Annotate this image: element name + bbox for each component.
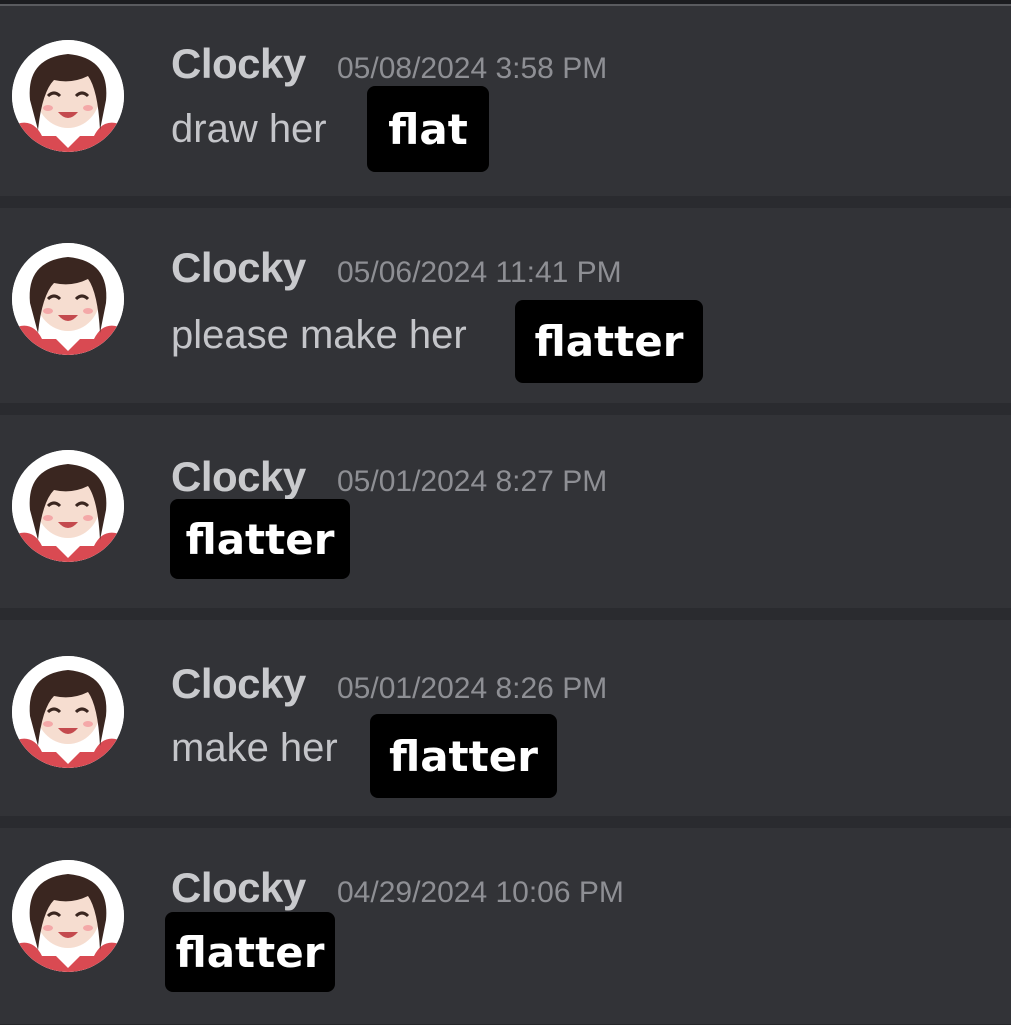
anime-girl-avatar-icon [12,656,124,768]
avatar[interactable] [12,243,124,355]
highlight-word: flatter [370,714,557,798]
message-text: please make her [171,313,467,357]
message-gap [0,196,1011,208]
anime-girl-avatar-icon [12,860,124,972]
avatar[interactable] [12,450,124,562]
message-item: Clocky 04/29/2024 10:06 PM flatter [0,828,1011,1025]
timestamp: 04/29/2024 10:06 PM [337,876,624,909]
message-item: Clocky 05/08/2024 3:58 PM draw her flat [0,6,1011,197]
highlight-word: flatter [165,912,335,992]
anime-girl-avatar-icon [12,243,124,355]
timestamp: 05/01/2024 8:26 PM [337,672,608,705]
highlight-word: flat [367,86,489,172]
username[interactable]: Clocky [171,453,306,501]
message-gap [0,403,1011,415]
timestamp: 05/06/2024 11:41 PM [337,256,622,289]
highlight-word: flatter [170,499,350,579]
message-item: Clocky 05/01/2024 8:26 PM make her flatt… [0,620,1011,817]
anime-girl-avatar-icon [12,450,124,562]
highlight-word: flatter [515,300,703,383]
username[interactable]: Clocky [171,40,306,88]
timestamp: 05/01/2024 8:27 PM [337,465,608,498]
avatar[interactable] [12,860,124,972]
username[interactable]: Clocky [171,244,306,292]
avatar[interactable] [12,40,124,152]
message-gap [0,816,1011,828]
message-item: Clocky 05/01/2024 8:27 PM flatter [0,415,1011,609]
timestamp: 05/08/2024 3:58 PM [337,52,608,85]
message-text: make her [171,726,338,770]
anime-girl-avatar-icon [12,40,124,152]
message-gap [0,608,1011,620]
chat-log: Clocky 05/08/2024 3:58 PM draw her flat … [0,6,1011,1025]
message-item: Clocky 05/06/2024 11:41 PM please make h… [0,208,1011,404]
username[interactable]: Clocky [171,660,306,708]
username[interactable]: Clocky [171,864,306,912]
avatar[interactable] [12,656,124,768]
message-text: draw her [171,107,327,151]
